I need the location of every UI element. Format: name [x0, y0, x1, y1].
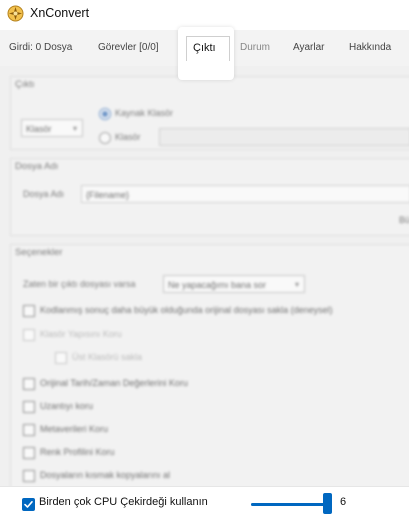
checkbox-keep-extension-label: Uzantıyı koru [40, 401, 94, 411]
output-folder-path-field[interactable] [159, 128, 409, 146]
window-title: XnConvert [30, 6, 90, 20]
radio-custom-folder[interactable] [99, 132, 111, 144]
cpu-cores-slider[interactable] [251, 503, 331, 506]
checkbox-keep-datetime[interactable] [23, 378, 35, 390]
checkbox-keep-color-profile[interactable] [23, 447, 35, 459]
checkbox-keep-original-label: Kodlanmış sonuç daha büyük olduğunda ori… [40, 305, 333, 315]
filename-field[interactable]: {Filename} [81, 185, 409, 203]
tab-input[interactable]: Girdi: 0 Dosya [9, 42, 72, 53]
checkbox-keep-extension[interactable] [23, 401, 35, 413]
file-exists-combo[interactable]: Ne yapacağımı bana sor ▾ [163, 275, 305, 293]
checkbox-keep-folder-structure[interactable] [23, 329, 35, 341]
options-group-title: Seçenekler [15, 247, 63, 258]
tab-actions[interactable]: Görevler [0/0] [98, 42, 159, 53]
output-panel: Çıktı Klasör ▾ Kaynak Klasör Klasör Dosy… [0, 66, 409, 496]
checkbox-keep-original[interactable] [23, 305, 35, 317]
radio-source-folder-label: Kaynak Klasör [115, 108, 174, 118]
filename-label: Dosya Adı [23, 189, 65, 199]
checkbox-copy-files-label: Dosyaların kısmak kopyalarını al [40, 470, 171, 480]
tab-about[interactable]: Hakkında [349, 42, 391, 53]
checkbox-copy-files[interactable] [23, 470, 35, 482]
output-group-title: Çıktı [15, 79, 35, 90]
checkbox-keep-parent-folder-label: Üst Klasörü sakla [72, 352, 143, 362]
filename-overflow-text: Bü [399, 215, 409, 225]
tab-status[interactable]: Durum [240, 42, 270, 53]
output-folder-combo[interactable]: Klasör ▾ [21, 119, 83, 137]
filename-field-value: {Filename} [86, 190, 130, 200]
radio-custom-folder-label: Klasör [115, 132, 141, 142]
file-exists-combo-value: Ne yapacağımı bana sor [168, 280, 267, 290]
checkmark-icon [24, 501, 33, 508]
checkbox-keep-metadata-label: Metaverileri Koru [40, 424, 109, 434]
checkbox-keep-metadata[interactable] [23, 424, 35, 436]
xnconvert-logo-icon [7, 5, 24, 22]
chevron-down-icon: ▾ [294, 280, 299, 289]
radio-source-folder[interactable] [99, 108, 111, 120]
checkbox-keep-folder-structure-label: Klasör Yapısını Koru [40, 329, 122, 339]
file-exists-label: Zaten bir çıktı dosyası varsa [23, 279, 136, 289]
output-folder-combo-value: Klasör [26, 124, 52, 134]
cpu-bar: Birden çok CPU Çekirdeği kullanın 6 [0, 486, 409, 523]
cpu-checkbox[interactable] [22, 498, 35, 511]
output-group: Çıktı Klasör ▾ Kaynak Klasör Klasör [10, 76, 409, 150]
filename-group-title: Dosya Adı [15, 161, 59, 172]
tab-output-label: Çıktı [193, 42, 216, 54]
filename-group: Dosya Adı Dosya Adı {Filename} Bü [10, 158, 409, 236]
options-group: Seçenekler Zaten bir çıktı dosyası varsa… [10, 244, 409, 496]
chevron-down-icon: ▾ [72, 124, 77, 133]
checkbox-keep-color-profile-label: Renk Profilini Koru [40, 447, 115, 457]
checkbox-keep-parent-folder[interactable] [55, 352, 67, 364]
panel-content: Çıktı Klasör ▾ Kaynak Klasör Klasör Dosy… [0, 66, 409, 496]
title-bar: XnConvert [0, 0, 409, 28]
cpu-cores-slider-thumb[interactable] [322, 493, 332, 514]
checkbox-keep-datetime-label: Orijinal Tarih/Zaman Değerlerini Koru [40, 378, 188, 388]
cpu-cores-slider-fill [251, 503, 327, 506]
cpu-cores-value: 6 [340, 496, 347, 508]
tab-settings[interactable]: Ayarlar [293, 42, 325, 53]
cpu-checkbox-label: Birden çok CPU Çekirdeği kullanın [39, 496, 208, 508]
